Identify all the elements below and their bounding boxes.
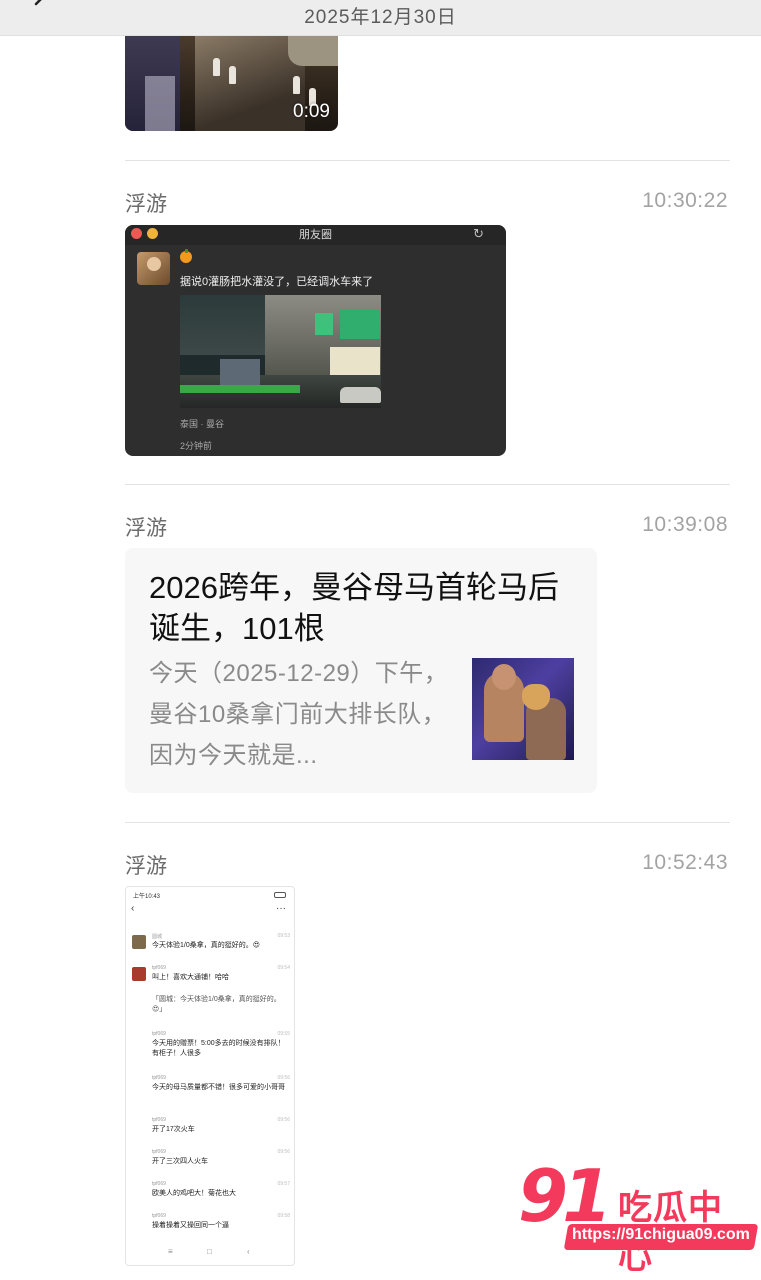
article-title: 2026跨年，曼谷母马首轮马后诞生，101根 bbox=[149, 570, 559, 646]
site-watermark-logo: 91 吃瓜中心 https://91chigua09.com bbox=[516, 1154, 759, 1276]
window-title: 朋友圈 bbox=[299, 229, 332, 241]
chevron-left-icon: ‹ bbox=[131, 903, 135, 914]
chat-name: tpf069 bbox=[152, 965, 166, 971]
message-time: 10:39:08 bbox=[642, 513, 728, 536]
status-time: 上午10:43 bbox=[133, 894, 161, 900]
chat-name: tpf069 bbox=[152, 1117, 166, 1123]
chat-time: 09:56 bbox=[277, 1149, 290, 1155]
post-text: 据说0灌肠把水灌没了，已经调水车来了 bbox=[180, 276, 374, 288]
watermark-url: https://91chigua09.com bbox=[572, 1226, 750, 1243]
window-titlebar: 朋友圈 ↻ bbox=[125, 225, 506, 245]
top-bar: 2025年12月30日 bbox=[0, 0, 761, 36]
message-divider bbox=[125, 160, 730, 161]
moments-screenshot[interactable]: 朋友圈 ↻ 据说0灌肠把水灌没了，已经调水车来了 泰国 · 曼谷 2分钟前 bbox=[125, 225, 506, 456]
video-scene-car bbox=[288, 36, 338, 66]
message-divider bbox=[125, 484, 730, 485]
page-title: 2025年12月30日 bbox=[304, 7, 457, 28]
photo-truck bbox=[220, 359, 260, 385]
photo-green-light bbox=[180, 385, 300, 393]
sender-name: 浮游 bbox=[125, 193, 167, 216]
android-nav-bar: ≡ □ ‹ bbox=[126, 1247, 294, 1259]
refresh-icon: ↻ bbox=[473, 226, 484, 241]
sender-name: 浮游 bbox=[125, 855, 167, 878]
photo-car bbox=[340, 387, 381, 403]
post-photo bbox=[180, 295, 381, 408]
chat-time: 09:53 bbox=[277, 933, 290, 939]
chat-name: tpf069 bbox=[152, 1213, 166, 1219]
video-message-thumbnail[interactable]: 0:09 bbox=[125, 36, 338, 131]
chat-name: tpf069 bbox=[152, 1031, 166, 1037]
chat-time: 09:55 bbox=[277, 1031, 290, 1037]
chat-text: 开了三次四人火车 bbox=[152, 1158, 208, 1165]
more-icon: ··· bbox=[276, 903, 286, 914]
article-link-card[interactable]: 2026跨年，曼谷母马首轮马后诞生，101根 今天（2025-12-29）下午，… bbox=[125, 548, 597, 793]
photo-sign bbox=[340, 309, 380, 339]
message-time: 10:52:43 bbox=[642, 851, 728, 874]
article-description: 今天（2025-12-29）下午，曼谷10桑拿门前大排长队，因为今天就是... bbox=[149, 660, 449, 769]
avatar bbox=[132, 967, 146, 981]
chat-name: tpf069 bbox=[152, 1181, 166, 1187]
chat-time: 09:57 bbox=[277, 1181, 290, 1187]
article-thumbnail bbox=[472, 658, 574, 760]
chat-name: tpf069 bbox=[152, 1075, 166, 1081]
back-icon: ‹ bbox=[247, 1247, 250, 1256]
chat-text: 操着操着又操回同一个逼 bbox=[152, 1222, 229, 1229]
menu-icon: ≡ bbox=[168, 1247, 173, 1256]
avatar bbox=[137, 252, 170, 285]
thumb-mask bbox=[522, 684, 550, 710]
chat-text: 开了17次火车 bbox=[152, 1126, 195, 1133]
video-scene-person bbox=[293, 76, 300, 94]
post-location: 泰国 · 曼谷 bbox=[180, 419, 224, 429]
chat-screenshot[interactable]: 上午10:43 ‹ ··· 圆城 09:53 今天体验1/0桑拿，真的挺好的。😍… bbox=[125, 886, 295, 1266]
sender-name: 浮游 bbox=[125, 517, 167, 540]
chat-quote: 「圆城：今天体验1/0桑拿，真的挺好的。😍」 bbox=[152, 996, 281, 1013]
home-icon: □ bbox=[207, 1247, 212, 1256]
chat-text: 叫上！喜欢大通铺！哈哈 bbox=[152, 974, 229, 981]
video-scene-wall-light bbox=[145, 76, 175, 131]
chat-time: 09:58 bbox=[277, 1213, 290, 1219]
chat-name: tpf069 bbox=[152, 1149, 166, 1155]
chat-text: 今天的母马质量都不错！很多可爱的小哥哥 bbox=[152, 1084, 285, 1091]
chat-text: 今天体验1/0桑拿，真的挺好的。😍 bbox=[152, 942, 261, 949]
battery-icon bbox=[274, 892, 286, 898]
chat-time: 09:56 bbox=[277, 1075, 290, 1081]
avatar bbox=[132, 935, 146, 949]
post-time: 2分钟前 bbox=[180, 441, 213, 451]
message-time: 10:30:22 bbox=[642, 189, 728, 212]
chat-text: 欧美人的鸡吧大！菊花也大 bbox=[152, 1190, 236, 1197]
photo-building bbox=[180, 295, 265, 355]
video-duration: 0:09 bbox=[293, 101, 330, 122]
video-scene-person bbox=[229, 66, 236, 84]
chat-text: 今天用的赠票！5:00多去的时候没有排队！有柜子！人很多 bbox=[152, 1040, 285, 1057]
chat-time: 09:56 bbox=[277, 1117, 290, 1123]
message-divider bbox=[125, 822, 730, 823]
photo-sign bbox=[315, 313, 333, 335]
chat-name: 圆城 bbox=[152, 934, 163, 940]
orange-emoji-icon bbox=[180, 249, 192, 263]
chat-time: 09:54 bbox=[277, 965, 290, 971]
thumb-figure-head bbox=[492, 664, 516, 690]
video-scene-person bbox=[213, 58, 220, 76]
